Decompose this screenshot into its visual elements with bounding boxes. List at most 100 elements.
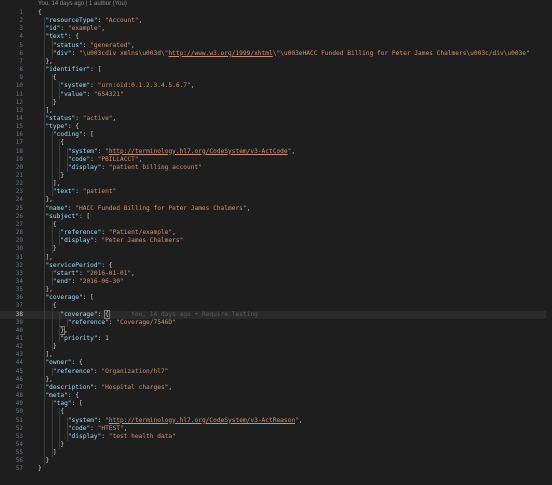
code-line[interactable]: 23 "text": "patient": [0, 188, 552, 196]
code-line[interactable]: 2 "resourceType": "Account",: [0, 17, 552, 25]
code-line[interactable]: 51 "system": "http://terminology.hl7.org…: [0, 417, 552, 425]
code-text[interactable]: "display": "patient billing account": [38, 164, 202, 172]
code-text[interactable]: "status": "active",: [38, 115, 116, 123]
vertical-scrollbar[interactable]: [546, 9, 552, 485]
code-line[interactable]: 34 "end": "2016-06-30": [0, 278, 552, 286]
code-line[interactable]: 14 "status": "active",: [0, 115, 552, 123]
code-line[interactable]: 47 "description": "Hospital charges",: [0, 384, 552, 392]
code-text[interactable]: "coverage": [: [38, 294, 93, 302]
code-line[interactable]: 25 "name": "HACC Funded Billing for Pete…: [0, 205, 552, 213]
code-line[interactable]: 18 "system": "http://terminology.hl7.org…: [0, 148, 552, 156]
code-line[interactable]: 7 },: [0, 58, 552, 66]
code-text[interactable]: "text": "patient": [38, 188, 116, 196]
code-line[interactable]: 32 "servicePeriod": {: [0, 262, 552, 270]
code-line[interactable]: 42 }: [0, 343, 552, 351]
code-text[interactable]: "description": "Hospital charges",: [38, 384, 172, 392]
code-line[interactable]: 57}: [0, 465, 552, 473]
code-text[interactable]: "system": "http://terminology.hl7.org/Co…: [38, 148, 295, 156]
code-text[interactable]: },: [38, 325, 68, 335]
code-text[interactable]: ]: [38, 449, 57, 457]
code-line[interactable]: 13 ],: [0, 107, 552, 115]
code-line[interactable]: 40 },: [0, 325, 552, 335]
code-text[interactable]: "coding": [: [38, 131, 94, 139]
code-line[interactable]: 3 "id": "example",: [0, 25, 552, 33]
code-line[interactable]: 12 }: [0, 99, 552, 107]
code-line[interactable]: 49 "tag": [: [0, 400, 552, 408]
code-text[interactable]: "identifier": [: [38, 66, 101, 74]
code-text[interactable]: {: [38, 74, 57, 82]
code-line[interactable]: 15 "type": {: [0, 123, 552, 131]
code-line[interactable]: 8 "identifier": [: [0, 66, 552, 74]
code-line[interactable]: 44 "owner": {: [0, 359, 552, 367]
code-line[interactable]: 21 }: [0, 172, 552, 180]
code-text[interactable]: }: [38, 465, 42, 473]
code-text[interactable]: "priority": 1: [38, 335, 108, 343]
code-line[interactable]: 39 "reference": "Coverage/7546D": [0, 319, 552, 327]
json-url[interactable]: http://terminology.hl7.org/CodeSystem/v3…: [109, 417, 295, 424]
code-line[interactable]: 41 "priority": 1: [0, 335, 552, 343]
codelens-blame-header[interactable]: You, 14 days ago | 1 author (You): [0, 0, 552, 9]
code-text[interactable]: },: [38, 286, 52, 294]
code-line[interactable]: 35 },: [0, 286, 552, 294]
code-line[interactable]: 50 {: [0, 408, 552, 416]
code-line[interactable]: 28 "reference": "Patient/example",: [0, 229, 552, 237]
code-line[interactable]: 29 "display": "Peter James Chalmers": [0, 237, 552, 245]
code-line[interactable]: 30 }: [0, 245, 552, 253]
code-text[interactable]: }: [38, 245, 57, 253]
code-line[interactable]: 22 ],: [0, 180, 552, 188]
code-text[interactable]: "end": "2016-06-30": [38, 278, 124, 286]
code-text[interactable]: {: [38, 302, 57, 310]
code-text[interactable]: "coverage": { You, 14 days ago • Require…: [38, 309, 258, 319]
code-text[interactable]: "code": "PBILLACCT",: [38, 156, 143, 164]
json-url[interactable]: http://terminology.hl7.org/CodeSystem/v3…: [109, 148, 288, 155]
code-line[interactable]: 38 "coverage": { You, 14 days ago • Requ…: [0, 309, 552, 319]
code-line[interactable]: 24 },: [0, 196, 552, 204]
code-text[interactable]: }: [38, 343, 57, 351]
code-text[interactable]: {: [38, 9, 42, 17]
code-line[interactable]: 46 },: [0, 376, 552, 384]
code-text[interactable]: "div": "\u003cdiv xmlns\u003d\"http://ww…: [38, 50, 530, 58]
code-line[interactable]: 16 "coding": [: [0, 131, 552, 139]
code-editor[interactable]: 1{2 "resourceType": "Account", 3 "id": "e…: [0, 9, 552, 485]
code-text[interactable]: }: [38, 99, 57, 107]
code-text[interactable]: ],: [38, 351, 52, 359]
code-text[interactable]: "servicePeriod": {: [38, 262, 112, 270]
code-line[interactable]: 52 "code": "HTEST",: [0, 425, 552, 433]
code-text[interactable]: "subject": [: [38, 213, 90, 221]
code-line[interactable]: 27 {: [0, 221, 552, 229]
code-line[interactable]: 33 "start": "2016-01-01",: [0, 270, 552, 278]
code-text[interactable]: ],: [38, 107, 52, 115]
json-url[interactable]: http://www.w3.org/1999/xhtml: [168, 50, 272, 57]
code-text[interactable]: {: [38, 221, 57, 229]
code-line[interactable]: 9 {: [0, 74, 552, 82]
code-line[interactable]: 55 ]: [0, 449, 552, 457]
code-line[interactable]: 1{: [0, 9, 552, 17]
code-text[interactable]: ],: [38, 254, 52, 262]
code-line[interactable]: 31 ],: [0, 254, 552, 262]
code-line[interactable]: 37 {: [0, 302, 552, 310]
code-text[interactable]: "id": "example",: [38, 25, 105, 33]
code-line[interactable]: 5 "status": "generated",: [0, 42, 552, 50]
code-text[interactable]: "system": "http://terminology.hl7.org/Co…: [38, 417, 303, 425]
code-text[interactable]: ],: [38, 180, 60, 188]
code-line[interactable]: 48 "meta": {: [0, 392, 552, 400]
code-text[interactable]: "value": "654321": [38, 91, 123, 99]
code-line[interactable]: 26 "subject": [: [0, 213, 552, 221]
code-line[interactable]: 56 }: [0, 457, 552, 465]
code-line[interactable]: 10 "system": "urn:oid:0.1.2.3.4.5.6.7",: [0, 82, 552, 90]
code-line[interactable]: 19 "code": "PBILLACCT",: [0, 156, 552, 164]
code-text[interactable]: },: [38, 376, 52, 384]
code-line[interactable]: 4 "text": {: [0, 33, 552, 41]
code-text[interactable]: "system": "urn:oid:0.1.2.3.4.5.6.7",: [38, 82, 194, 90]
code-line[interactable]: 53 "display": "test health data": [0, 433, 552, 441]
code-line[interactable]: 20 "display": "patient billing account": [0, 164, 552, 172]
code-line[interactable]: 54 }: [0, 441, 552, 449]
code-text[interactable]: "reference": "Organization/hl7": [38, 368, 169, 376]
codelens-blame-text[interactable]: You, 14 days ago | 1 author (You): [38, 0, 127, 9]
code-line[interactable]: 43 ],: [0, 351, 552, 359]
code-line[interactable]: 11 "value": "654321": [0, 91, 552, 99]
code-text[interactable]: },: [38, 58, 52, 66]
code-line[interactable]: 36 "coverage": [: [0, 294, 552, 302]
code-line[interactable]: 45 "reference": "Organization/hl7": [0, 368, 552, 376]
code-text[interactable]: "resourceType": "Account",: [38, 17, 142, 25]
